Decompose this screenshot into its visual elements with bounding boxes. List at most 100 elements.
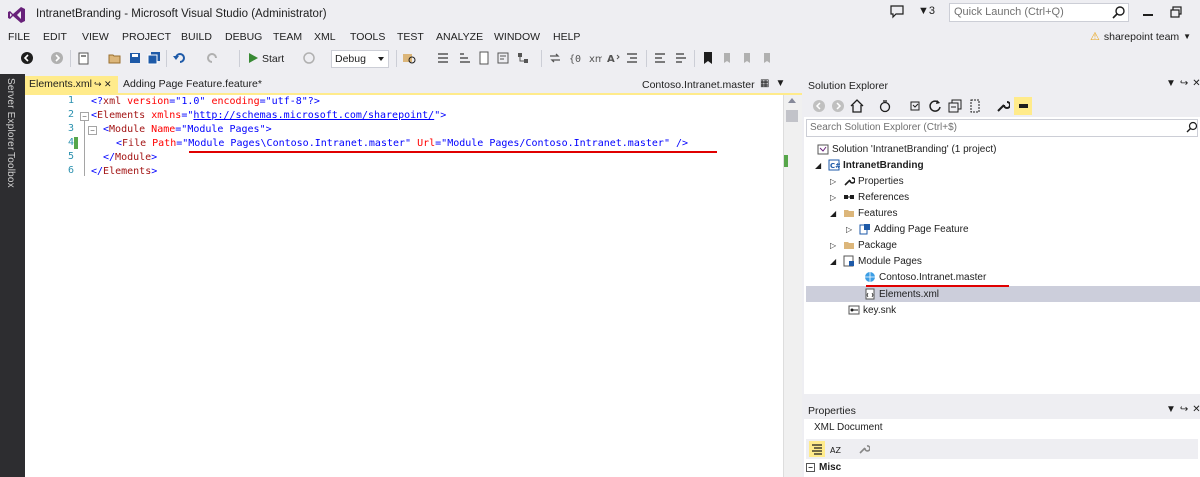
document-icon[interactable] [477, 51, 491, 65]
home-icon[interactable] [850, 99, 864, 113]
format-icon[interactable] [496, 51, 510, 65]
fold-toggle-icon[interactable]: − [88, 126, 97, 135]
collapsed-arrow-icon[interactable]: ▷ [830, 193, 840, 202]
menu-project[interactable]: PROJECT [122, 31, 171, 43]
menu-xml[interactable]: XML [314, 31, 336, 43]
tab-adding-page-feature[interactable]: Adding Page Feature.feature* [120, 76, 290, 93]
properties-object-type[interactable]: XML Document [814, 422, 883, 433]
menu-view[interactable]: VIEW [82, 31, 109, 43]
new-project-icon[interactable] [77, 51, 91, 65]
expanded-arrow-icon[interactable]: ◢ [830, 209, 840, 218]
bracket-icon[interactable]: {0} [568, 51, 582, 65]
tab-contoso-master[interactable]: Contoso.Intranet.master [642, 79, 755, 91]
scroll-up-icon[interactable] [788, 98, 796, 103]
tab-server-explorer[interactable]: Server Explorer [5, 78, 16, 150]
menu-analyze[interactable]: ANALYZE [436, 31, 483, 43]
menu-tools[interactable]: TOOLS [350, 31, 385, 43]
solution-explorer-search[interactable]: Search Solution Explorer (Ctrl+$) [806, 119, 1198, 137]
properties-wrench-icon[interactable] [996, 99, 1010, 113]
editor-scrollbar[interactable] [783, 95, 802, 477]
next-bookmark-icon[interactable] [740, 51, 754, 65]
open-file-icon[interactable] [108, 51, 122, 65]
code-line-5[interactable]: </Module> [103, 151, 157, 165]
outline-icon[interactable] [436, 51, 450, 65]
tree-item-package[interactable]: ▷ Package [830, 239, 897, 251]
forward-icon[interactable] [831, 99, 845, 113]
properties-category-misc[interactable]: − Misc [806, 462, 841, 473]
back-icon[interactable] [812, 99, 826, 113]
start-debug-icon[interactable] [246, 51, 260, 65]
collapsed-arrow-icon[interactable]: ▷ [830, 241, 840, 250]
preview-toggle[interactable] [1014, 97, 1032, 115]
undo-icon[interactable] [173, 51, 187, 65]
refresh-icon[interactable] [302, 51, 316, 65]
tree-item-references[interactable]: ▷ References [830, 191, 909, 203]
collapsed-arrow-icon[interactable]: ▷ [830, 177, 840, 186]
tree-item-features[interactable]: ◢ Features [830, 207, 897, 219]
collapsed-arrow-icon[interactable]: ▷ [846, 225, 856, 234]
tree-item-key-snk[interactable]: key.snk [848, 304, 896, 316]
start-button[interactable]: Start [262, 53, 284, 65]
collapse-all-icon[interactable] [948, 99, 962, 113]
quick-launch-input[interactable]: Quick Launch (Ctrl+Q) [949, 3, 1129, 22]
bookmark-icon[interactable] [701, 51, 715, 65]
categorized-toggle[interactable] [809, 441, 825, 457]
menu-help[interactable]: HELP [553, 31, 580, 43]
tab-toolbox[interactable]: Toolbox [5, 152, 16, 188]
refresh-icon[interactable] [928, 99, 942, 113]
comment-icon[interactable] [653, 51, 667, 65]
prev-bookmark-icon[interactable] [720, 51, 734, 65]
code-line-2[interactable]: <Elements xmlns="http://schemas.microsof… [91, 109, 446, 123]
tab-pin-close-icons[interactable]: ↪ ✕ [94, 79, 112, 90]
forward-icon[interactable] [50, 51, 64, 65]
menu-edit[interactable]: EDIT [43, 31, 67, 43]
save-all-icon[interactable] [147, 51, 161, 65]
code-line-4[interactable]: <File Path="Module Pages\Contoso.Intrane… [116, 137, 688, 151]
user-account[interactable]: ⚠ sharepoint team ▼ [1090, 30, 1191, 44]
menu-build[interactable]: BUILD [181, 31, 212, 43]
menu-window[interactable]: WINDOW [494, 31, 540, 43]
notifications-icon[interactable] [889, 5, 905, 19]
scroll-thumb[interactable] [786, 110, 798, 122]
code-line-1[interactable]: <?xml version="1.0" encoding="utf-8"?> [91, 95, 320, 109]
clear-bookmarks-icon[interactable] [760, 51, 774, 65]
panel-window-icons[interactable]: ▼↪✕ [1166, 404, 1200, 415]
show-all-files-icon[interactable] [968, 99, 982, 113]
tree-item-properties[interactable]: ▷ Properties [830, 175, 904, 187]
xml-icon[interactable]: xml [588, 51, 602, 65]
collapse-box-icon[interactable]: − [806, 463, 815, 472]
sync-icon[interactable] [878, 99, 892, 113]
tree-item-contoso-master[interactable]: Contoso.Intranet.master [864, 271, 986, 283]
property-pages-icon[interactable] [858, 443, 870, 455]
code-line-3[interactable]: <Module Name="Module Pages"> [103, 123, 272, 137]
schema-icon[interactable] [516, 51, 530, 65]
back-icon[interactable] [20, 51, 34, 65]
font-size-icon[interactable]: A [607, 51, 621, 65]
minimize-icon[interactable] [1142, 6, 1154, 18]
feedback-filter[interactable]: ▼3 [918, 5, 935, 17]
find-in-files-icon[interactable] [402, 51, 416, 65]
tree-item-module-pages[interactable]: ◢ Module Pages [830, 255, 922, 267]
menu-test[interactable]: TEST [397, 31, 424, 43]
tree-item-adding-page-feature[interactable]: ▷ Adding Page Feature [846, 223, 969, 235]
menu-team[interactable]: TEAM [273, 31, 302, 43]
list-members-icon[interactable] [458, 51, 472, 65]
panel-window-icons[interactable]: ▼↪✕ [1166, 78, 1200, 89]
tab-dropdown-icons[interactable]: ▦▼ [760, 78, 791, 89]
expanded-arrow-icon[interactable]: ◢ [830, 257, 840, 266]
indent-icon[interactable] [625, 51, 639, 65]
tree-item-elements-xml[interactable]: Elements.xml [864, 288, 939, 300]
menu-file[interactable]: FILE [8, 31, 30, 43]
restore-icon[interactable] [1170, 6, 1182, 18]
redo-icon[interactable] [205, 51, 219, 65]
code-line-6[interactable]: </Elements> [91, 165, 157, 179]
tree-item-solution[interactable]: Solution 'IntranetBranding' (1 project) [817, 143, 996, 155]
expanded-arrow-icon[interactable]: ◢ [815, 161, 825, 170]
menu-debug[interactable]: DEBUG [225, 31, 262, 43]
pending-changes-icon[interactable] [908, 99, 922, 113]
tree-item-project[interactable]: ◢ C# IntranetBranding [815, 159, 924, 171]
uncomment-icon[interactable] [674, 51, 688, 65]
alphabetical-icon[interactable]: AZ [830, 443, 842, 455]
xslt-icon[interactable] [548, 51, 562, 65]
save-icon[interactable] [128, 51, 142, 65]
